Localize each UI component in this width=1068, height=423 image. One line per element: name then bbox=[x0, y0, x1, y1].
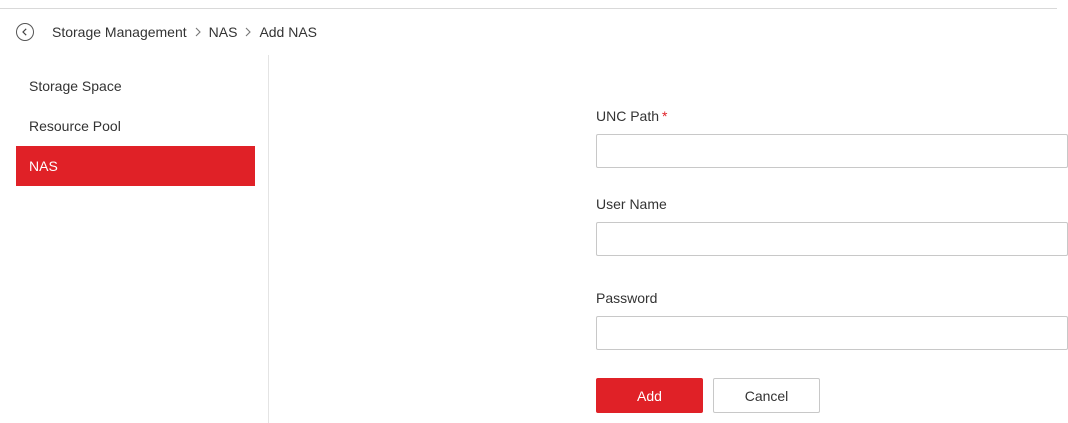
unc-path-input[interactable] bbox=[596, 134, 1068, 168]
user-name-input[interactable] bbox=[596, 222, 1068, 256]
form-actions: Add Cancel bbox=[596, 378, 820, 413]
password-input[interactable] bbox=[596, 316, 1068, 350]
unc-path-label-text: UNC Path bbox=[596, 108, 660, 124]
sidebar-item-label: Resource Pool bbox=[29, 118, 121, 134]
password-label: Password bbox=[596, 290, 658, 306]
sidebar-divider bbox=[268, 55, 269, 423]
required-mark: * bbox=[662, 108, 668, 124]
sidebar-item-resource-pool[interactable]: Resource Pool bbox=[16, 106, 255, 146]
chevron-right-icon bbox=[194, 27, 202, 37]
unc-path-label: UNC Path * bbox=[596, 106, 1068, 126]
back-button[interactable] bbox=[16, 23, 34, 41]
add-button[interactable]: Add bbox=[596, 378, 703, 413]
sidebar-item-label: NAS bbox=[29, 158, 58, 174]
sidebar: Storage Space Resource Pool NAS bbox=[16, 66, 255, 186]
unc-path-group: UNC Path * bbox=[596, 106, 1068, 168]
user-name-group: User Name bbox=[596, 194, 1068, 256]
breadcrumb: Storage Management NAS Add NAS bbox=[52, 24, 317, 40]
sidebar-item-nas[interactable]: NAS bbox=[16, 146, 255, 186]
breadcrumb-storage-management[interactable]: Storage Management bbox=[52, 24, 187, 40]
breadcrumb-nas[interactable]: NAS bbox=[209, 24, 238, 40]
sidebar-item-storage-space[interactable]: Storage Space bbox=[16, 66, 255, 106]
chevron-right-icon bbox=[244, 27, 252, 37]
breadcrumb-add-nas: Add NAS bbox=[259, 24, 318, 40]
user-name-label: User Name bbox=[596, 196, 667, 212]
sidebar-item-label: Storage Space bbox=[29, 78, 122, 94]
top-divider bbox=[0, 8, 1057, 9]
cancel-button[interactable]: Cancel bbox=[713, 378, 820, 413]
add-nas-page: Storage Management NAS Add NAS Storage S… bbox=[0, 0, 1068, 423]
password-group: Password bbox=[596, 288, 1068, 350]
page-header: Storage Management NAS Add NAS bbox=[16, 21, 317, 43]
chevron-left-circle-icon bbox=[22, 28, 27, 36]
